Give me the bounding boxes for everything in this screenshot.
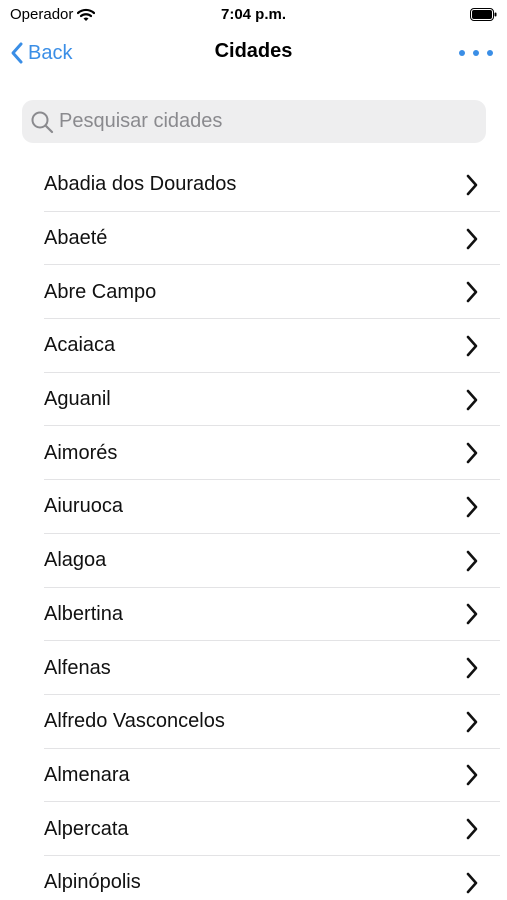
list-item[interactable]: Aimorés: [0, 426, 507, 480]
city-name: Abadia dos Dourados: [44, 173, 237, 196]
list-item[interactable]: Aiuruoca: [0, 480, 507, 534]
city-name: Aiuruoca: [44, 495, 123, 518]
search-bar[interactable]: [22, 100, 486, 143]
status-time: 7:04 p.m.: [220, 6, 287, 23]
list-item[interactable]: Alagoa: [0, 534, 507, 588]
city-name: Albertina: [44, 602, 123, 625]
list-item[interactable]: Alpercata: [0, 802, 507, 856]
city-name: Alagoa: [44, 549, 107, 572]
list-item[interactable]: Alpinópolis: [0, 856, 507, 900]
city-name: Alfenas: [44, 656, 111, 679]
chevron-right-icon: [466, 604, 478, 625]
list-item[interactable]: Alfredo Vasconcelos: [0, 695, 507, 749]
chevron-right-icon: [466, 389, 478, 410]
chevron-right-icon: [466, 765, 478, 786]
chevron-right-icon: [466, 818, 478, 840]
list-item[interactable]: Albertina: [0, 588, 507, 642]
city-name: Aimorés: [44, 441, 118, 464]
chevron-right-icon: [466, 335, 478, 357]
list-item[interactable]: Aguanil: [0, 373, 507, 427]
status-bar: Operador 7:04 p.m.: [0, 0, 507, 30]
city-name: Abre Campo: [44, 280, 157, 303]
city-name: Alpinópolis: [44, 871, 141, 894]
search-icon: [31, 111, 54, 133]
list-item[interactable]: Acaiaca: [0, 319, 507, 373]
city-list: Abadia dos Dourados Abaeté Abre Campo Acaia…: [0, 158, 507, 900]
list-item[interactable]: Alfenas: [0, 641, 507, 695]
chevron-right-icon: [466, 657, 478, 679]
chevron-right-icon: [466, 711, 478, 733]
chevron-right-icon: [466, 872, 478, 894]
city-name: Alpercata: [44, 817, 129, 840]
chevron-right-icon: [466, 228, 478, 249]
city-name: Aguanil: [44, 388, 111, 411]
city-name: Abaeté: [44, 227, 108, 250]
navigation-bar: Back Cidades: [0, 30, 507, 76]
list-item[interactable]: Abadia dos Dourados: [0, 158, 507, 212]
page-title: Cidades: [214, 40, 293, 62]
city-name: Almenara: [44, 763, 130, 786]
city-name: Acaiaca: [44, 334, 116, 357]
list-item[interactable]: Almenara: [0, 749, 507, 803]
chevron-right-icon: [466, 496, 478, 518]
chevron-right-icon: [466, 281, 478, 303]
battery-icon: [470, 8, 497, 21]
chevron-right-icon: [466, 442, 478, 464]
chevron-right-icon: [466, 174, 478, 196]
ellipsis-icon[interactable]: [459, 40, 493, 66]
search-input[interactable]: [59, 110, 469, 133]
list-item[interactable]: Abaeté: [0, 212, 507, 266]
chevron-right-icon: [466, 550, 478, 571]
list-item[interactable]: Abre Campo: [0, 265, 507, 319]
city-name: Alfredo Vasconcelos: [44, 710, 225, 733]
